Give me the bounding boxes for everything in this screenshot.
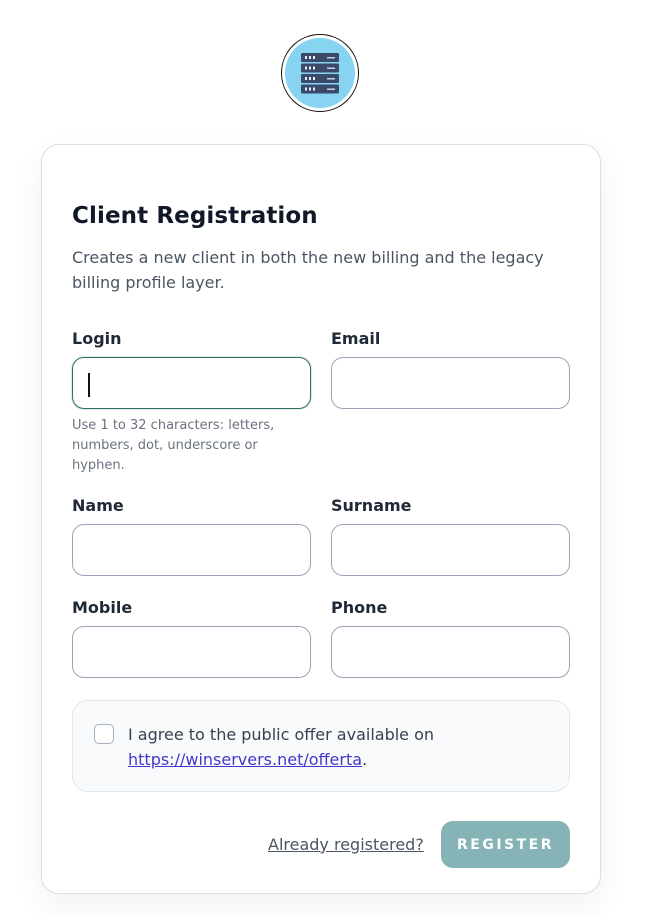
- agreement-text: I agree to the public offer available on…: [128, 722, 548, 772]
- name-field-group: Name: [72, 496, 311, 576]
- agreement-suffix: .: [362, 750, 368, 769]
- agreement-label: I agree to the public offer available on: [128, 725, 435, 744]
- email-label: Email: [331, 329, 381, 348]
- agreement-box: I agree to the public offer available on…: [72, 700, 570, 792]
- mobile-input[interactable]: [72, 626, 311, 678]
- offer-link[interactable]: https://winservers.net/offerta: [128, 750, 362, 769]
- name-label: Name: [72, 496, 124, 515]
- login-hint: Use 1 to 32 characters: letters, numbers…: [72, 418, 275, 473]
- surname-input[interactable]: [331, 524, 570, 576]
- surname-label: Surname: [331, 496, 412, 515]
- phone-label: Phone: [331, 598, 388, 617]
- already-registered-link[interactable]: Already registered?: [268, 835, 424, 854]
- login-input[interactable]: [72, 357, 311, 409]
- login-field-group: Login Use 1 to 32 characters: letters, n…: [72, 329, 311, 476]
- agreement-checkbox[interactable]: [94, 724, 114, 744]
- mobile-field-group: Mobile: [72, 598, 311, 678]
- surname-field-group: Surname: [331, 496, 570, 576]
- email-field-group: Email: [331, 329, 570, 409]
- register-button[interactable]: Register: [441, 821, 570, 868]
- mobile-label: Mobile: [72, 598, 133, 617]
- logo: [281, 34, 359, 112]
- page: Client Registration Creates a new client…: [0, 0, 657, 915]
- registration-card: Client Registration Creates a new client…: [41, 144, 601, 894]
- login-label: Login: [72, 329, 122, 348]
- phone-field-group: Phone: [331, 598, 570, 678]
- form-subtitle: Creates a new client in both the new bil…: [72, 248, 544, 292]
- phone-input[interactable]: [331, 626, 570, 678]
- form-title: Client Registration: [72, 203, 318, 229]
- text-caret: [88, 373, 90, 397]
- email-input[interactable]: [331, 357, 570, 409]
- logo-circle: [285, 38, 355, 108]
- name-input[interactable]: [72, 524, 311, 576]
- server-rack-icon: [301, 53, 339, 94]
